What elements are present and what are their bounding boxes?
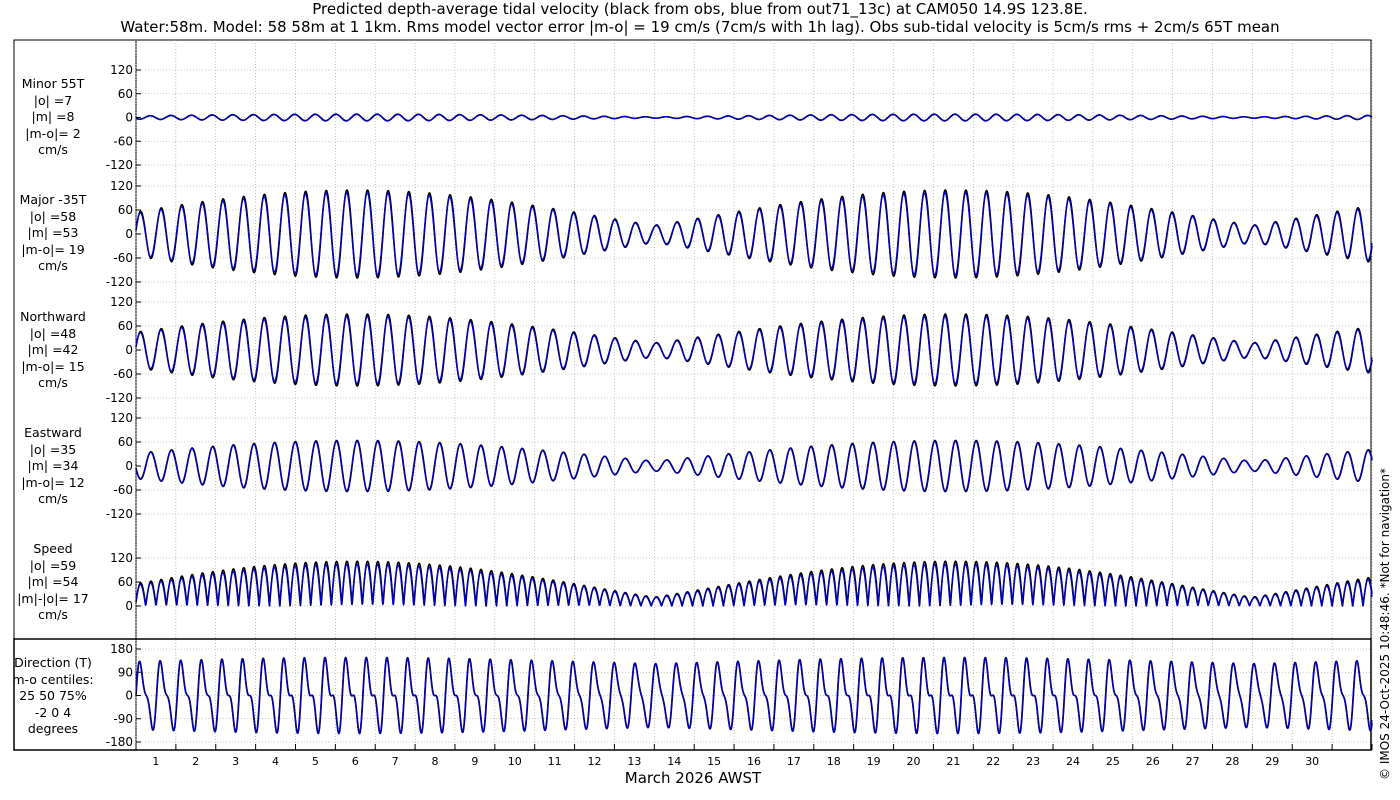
panel-label-northward: Northward |o| =48 |m| =42 |m-o|= 15 cm/s xyxy=(20,309,86,390)
x-tick-label: 24 xyxy=(1066,755,1080,768)
y-tick-label: 0 xyxy=(125,689,133,703)
y-tick-label: -60 xyxy=(113,367,133,381)
upper-frame xyxy=(13,39,1372,640)
x-tick-label: 7 xyxy=(392,755,399,768)
panel-speed: 120 60 0 xyxy=(110,551,1373,613)
x-tick-label: 30 xyxy=(1305,755,1319,768)
x-tick-label: 3 xyxy=(232,755,239,768)
panel-label-major: Major -35T |o| =58 |m| =53 |m-o|= 19 cm/… xyxy=(19,192,87,273)
y-tick-label: 0 xyxy=(125,111,133,125)
x-tick-label: 27 xyxy=(1186,755,1200,768)
y-tick-label: -90 xyxy=(113,712,133,726)
x-tick-label: 4 xyxy=(272,755,279,768)
y-tick-label: -60 xyxy=(113,251,133,265)
y-tick-label: 0 xyxy=(125,459,133,473)
y-tick-label: 120 xyxy=(110,295,133,309)
y-tick-label: 120 xyxy=(110,551,133,565)
x-tick-label: 22 xyxy=(986,755,1000,768)
y-tick-label: 120 xyxy=(110,63,133,77)
y-tick-label: -60 xyxy=(113,483,133,497)
x-tick-label: 18 xyxy=(827,755,841,768)
x-tick-label: 25 xyxy=(1106,755,1120,768)
x-tick-label: 10 xyxy=(508,755,522,768)
x-tick-label: 29 xyxy=(1265,755,1279,768)
y-tick-label: 0 xyxy=(125,343,133,357)
y-tick-label: 0 xyxy=(125,599,133,613)
x-tick-label: 13 xyxy=(627,755,641,768)
y-tick-label: 60 xyxy=(118,203,133,217)
x-tick-label: 5 xyxy=(312,755,319,768)
x-tick-label: 20 xyxy=(906,755,920,768)
y-tick-label: 60 xyxy=(118,575,133,589)
x-tick-label: 12 xyxy=(588,755,602,768)
y-tick-label: 120 xyxy=(110,179,133,193)
x-tick-label: 16 xyxy=(747,755,761,768)
panel-label-speed: Speed |o| =59 |m| =54 |m|-|o|= 17 cm/s xyxy=(17,541,89,622)
y-tick-label: 60 xyxy=(118,87,133,101)
x-tick-label: 19 xyxy=(867,755,881,768)
x-tick-label: 23 xyxy=(1026,755,1040,768)
x-tick-label: 2 xyxy=(192,755,199,768)
panel-label-minor: Minor 55T |o| =7 |m| =8 |m-o|= 2 cm/s xyxy=(21,76,85,157)
y-tick-label: 60 xyxy=(118,435,133,449)
x-axis-label: March 2026 AWST xyxy=(624,769,762,787)
x-tick-label: 9 xyxy=(471,755,478,768)
y-tick-label: -180 xyxy=(106,735,133,749)
panel-label-eastward: Eastward |o| =35 |m| =34 |m-o|= 12 cm/s xyxy=(21,425,85,506)
y-tick-label: -120 xyxy=(106,275,133,289)
x-tick-label: 15 xyxy=(707,755,721,768)
x-tick-label: 6 xyxy=(352,755,359,768)
x-tick-label: 26 xyxy=(1146,755,1160,768)
x-tick-label: 14 xyxy=(667,755,681,768)
x-tick-label: 1 xyxy=(152,755,159,768)
y-tick-label: 60 xyxy=(118,319,133,333)
chart-figure: 1 2 3 4 5 6 7 8 9 10 11 12 13 14 15 16 17 18 19 20 21 22 23 24 2… xyxy=(13,39,1373,768)
panel-label-direction: Direction (T) m-o centiles: 25 50 75% -2… xyxy=(12,655,94,736)
y-tick-label: -120 xyxy=(106,507,133,521)
y-tick-label: -120 xyxy=(106,391,133,405)
y-tick-label: -60 xyxy=(113,134,133,148)
x-tick-label: 8 xyxy=(432,755,439,768)
x-tick-label: 28 xyxy=(1225,755,1239,768)
y-tick-label: 90 xyxy=(118,665,133,679)
x-tick-label: 21 xyxy=(946,755,960,768)
y-tick-label: 0 xyxy=(125,227,133,241)
y-tick-label: 120 xyxy=(110,411,133,425)
credit-text: © IMOS 24-Oct-2025 10:48:46. *Not for na… xyxy=(1378,468,1392,780)
x-tick-label: 17 xyxy=(787,755,801,768)
y-tick-label: -120 xyxy=(106,158,133,172)
y-tick-label: 180 xyxy=(110,642,133,656)
panel-major: 120 60 0 -60 -120 xyxy=(106,179,1373,289)
x-tick-label: 11 xyxy=(548,755,562,768)
